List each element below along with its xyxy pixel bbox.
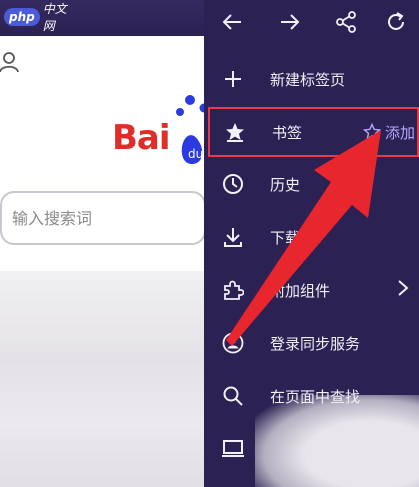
user-icon[interactable] <box>0 50 20 74</box>
search-icon <box>220 383 246 409</box>
share-icon[interactable] <box>332 8 360 36</box>
account-icon <box>220 330 246 356</box>
refresh-icon[interactable] <box>382 8 410 36</box>
watermark-site: 中文网 <box>42 2 67 33</box>
clock-icon <box>220 171 246 197</box>
menu-item-label: 登录同步服务 <box>270 334 361 353</box>
star-outline-icon <box>362 123 381 141</box>
add-bookmark-button[interactable]: 添加 <box>362 122 415 143</box>
menu-nav-row <box>204 0 419 44</box>
add-bookmark-label: 添加 <box>384 123 415 142</box>
menu-item-bookmarks[interactable]: 书签 添加 <box>208 107 419 157</box>
menu-item-label: 下载 <box>270 228 301 247</box>
menu-item-history[interactable]: 历史 <box>204 158 419 210</box>
puzzle-icon <box>220 277 246 303</box>
blurred-corner-overlay <box>255 395 419 487</box>
svg-text:du: du <box>188 147 203 161</box>
desktop-icon <box>220 436 246 462</box>
watermark-php: php <box>4 8 40 26</box>
menu-item-label: 历史 <box>270 175 301 194</box>
search-input[interactable] <box>2 193 204 243</box>
search-field[interactable] <box>0 191 206 245</box>
menu-item-addons[interactable]: 附加组件 <box>204 264 419 316</box>
web-page: Bai du <box>0 36 206 487</box>
menu-item-downloads[interactable]: 下载 <box>204 211 419 263</box>
baidu-logo-text: Bai <box>112 118 171 158</box>
menu-item-sync-sign-in[interactable]: 登录同步服务 <box>204 317 419 369</box>
page-blurred-area <box>0 271 206 487</box>
chevron-right-icon <box>397 279 409 301</box>
menu-item-label: 附加组件 <box>270 281 331 300</box>
baidu-paw-logo-icon: du <box>176 94 206 168</box>
plus-icon <box>220 66 246 92</box>
site-watermark: php 中文网 <box>4 2 78 33</box>
menu-item-label: 新建标签页 <box>270 70 346 89</box>
menu-item-new-tab[interactable]: 新建标签页 <box>204 53 419 105</box>
back-arrow-icon[interactable] <box>218 8 246 36</box>
download-icon <box>220 224 246 250</box>
menu-item-label: 书签 <box>272 123 303 142</box>
star-bookmark-icon <box>222 119 248 145</box>
forward-arrow-icon[interactable] <box>276 8 304 36</box>
